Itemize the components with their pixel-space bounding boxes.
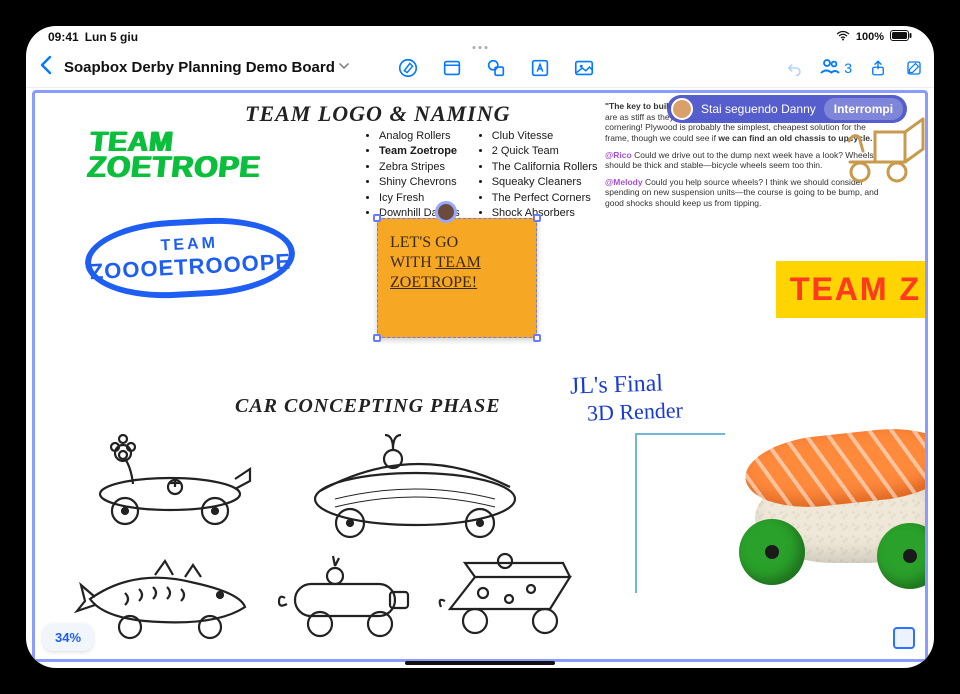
selection-handle[interactable] [533,214,541,222]
tire-line2: ZOOOETROOOPE [89,249,292,286]
car-sketch-fish[interactable] [75,549,265,639]
sushi-3d-render[interactable] [705,403,928,593]
sticky-line3: ZOETROPE! [390,274,477,291]
board-title-dropdown[interactable]: Soapbox Derby Planning Demo Board [64,59,349,76]
board-canvas[interactable]: Stai seguendo Danny Interrompi TEAM LOGO… [35,93,925,659]
wifi-icon [836,31,850,44]
section-heading-logo: TEAM LOGO & NAMING [245,101,511,127]
stop-following-button[interactable]: Interrompi [824,98,903,120]
minimap-button[interactable] [893,627,915,649]
multitask-dots-icon[interactable] [473,46,488,49]
name-option: 2 Quick Team [492,144,598,159]
undo-icon[interactable] [784,58,804,78]
handwriting-jl-line2: 3D Render [587,397,684,426]
follow-label: Stai seguendo Danny [701,102,816,116]
battery-percent: 100% [856,31,884,43]
selection-handle[interactable] [533,334,541,342]
people-icon [820,58,840,77]
board-title-label: Soapbox Derby Planning Demo Board [64,59,335,76]
handwriting-jl-line1: JL's Final [570,371,664,398]
canvas-viewport[interactable]: Stai seguendo Danny Interrompi TEAM LOGO… [32,90,928,662]
ipad-frame: 09:41 Lun 5 giu 100% Soapbox Derby Plann… [10,10,950,684]
name-option: The California Rollers [492,160,598,175]
car-sketch-cheese[interactable] [435,549,585,639]
names-column-2: Club Vitesse2 Quick TeamThe California R… [478,129,598,221]
name-options-list[interactable]: Analog RollersTeam ZoetropeZebra Stripes… [365,129,597,221]
app-toolbar: Soapbox Derby Planning Demo Board [26,48,934,88]
compose-icon[interactable] [904,58,924,78]
image-tool-icon[interactable] [573,57,595,79]
car-sketch-bottle[interactable] [275,554,425,639]
center-tools [397,57,595,79]
sticky-line2: WITH [390,254,435,271]
back-button[interactable] [36,56,56,80]
car-sketches-group[interactable] [75,429,545,649]
following-banner: Stai seguendo Danny Interrompi [667,95,907,123]
selection-handle[interactable] [373,334,381,342]
name-option: Shiny Chevrons [379,175,460,190]
text-tool-icon[interactable] [529,57,551,79]
follow-avatar [671,98,693,120]
logo-green-line2: ZOETROPE [86,154,262,181]
share-icon[interactable] [868,58,888,78]
sticky-tool-icon[interactable] [441,57,463,79]
right-tools: 3 [784,58,924,78]
selection-handle[interactable] [373,214,381,222]
name-option: Analog Rollers [379,129,460,144]
cart-sketch[interactable] [835,117,928,187]
name-option: The Perfect Corners [492,191,598,206]
collab-count: 3 [844,60,852,76]
status-bar: 09:41 Lun 5 giu 100% [26,26,934,48]
logo-teamz-yellow[interactable]: TEAM Z [776,261,928,318]
screen: 09:41 Lun 5 giu 100% Soapbox Derby Plann… [26,26,934,668]
pen-tool-icon[interactable] [397,57,419,79]
car-sketch-sushi[interactable] [285,429,535,539]
logo-tire[interactable]: TEAM ZOOOETROOOPE [83,214,297,303]
sticky-note[interactable]: LET'S GO WITH TEAM ZOETROPE! [377,218,537,338]
name-option: Team Zoetrope [379,144,460,159]
chevron-down-icon [339,61,349,74]
status-date: Lun 5 giu [85,30,138,44]
shape-tool-icon[interactable] [485,57,507,79]
battery-icon [890,30,912,44]
zoom-level-badge[interactable]: 34% [43,624,93,651]
collaboration-button[interactable]: 3 [820,58,852,77]
status-time: 09:41 [48,30,79,44]
name-option: Squeaky Cleaners [492,175,598,190]
logo-green-wordmark[interactable]: TEAM ZOETROPE [86,129,265,181]
name-option: Club Vitesse [492,129,598,144]
sticky-line1: LET'S GO [390,234,458,251]
sushi-wheel [739,519,805,585]
sticky-underline: TEAM [435,254,480,271]
sushi-wheel [877,523,928,589]
car-sketch-flower[interactable] [75,439,255,529]
collaborator-cursor-avatar [435,201,457,223]
name-option: Zebra Stripes [379,160,460,175]
section-heading-car: CAR CONCEPTING PHASE [235,395,501,418]
home-indicator[interactable] [405,661,555,665]
